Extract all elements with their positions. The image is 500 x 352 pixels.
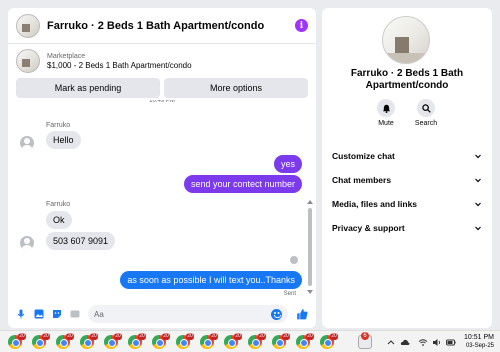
contact-avatar[interactable] [20,236,34,250]
chevron-down-icon [475,178,481,183]
notification-badge: 20 [282,333,290,340]
message-list: 10:49 PM Farruko Hello yes send your con… [8,100,316,298]
sent-status: Sent [283,291,296,297]
scroll-down-arrow-icon[interactable] [307,290,313,294]
chrome-taskbar-icon[interactable]: 20 [200,333,218,349]
notification-badge: 20 [330,333,338,340]
notification-badge: 20 [162,333,170,340]
menu-customize-chat[interactable]: Customize chat [332,144,482,168]
listing-thumbnail[interactable] [16,49,40,73]
chrome-taskbar-icon[interactable]: 20 [56,333,74,349]
menu-chat-members[interactable]: Chat members [332,168,482,192]
composer: Aa [8,300,316,328]
chrome-taskbar-icon[interactable]: 20 [176,333,194,349]
thumbs-up-icon[interactable] [296,308,308,320]
notification-badge: 20 [66,333,74,340]
chevron-down-icon [475,202,481,207]
more-options-button[interactable]: More options [164,78,308,98]
message-bubble-in[interactable]: 503 607 9091 [46,232,116,250]
timestamp: 10:49 PM [149,100,175,104]
search-action[interactable]: Search [408,99,444,127]
tray-badge: 6 [361,332,369,340]
mark-pending-button[interactable]: Mark as pending [16,78,160,98]
notification-badge: 20 [210,333,218,340]
chrome-taskbar-icon[interactable]: 20 [128,333,146,349]
gif-icon[interactable] [70,309,80,319]
chat-panel: Farruko · 2 Beds 1 Bath Apartment/condo … [8,8,316,328]
notification-badge: 20 [306,333,314,340]
taskbar: 20 20 20 20 20 20 20 20 20 20 20 20 20 2… [0,330,500,352]
chrome-taskbar-icon[interactable]: 20 [104,333,122,349]
search-label: Search [414,120,438,127]
scroll-up-arrow-icon[interactable] [307,200,313,204]
sender-name: Farruko [46,122,71,129]
seen-avatar-icon [290,256,298,264]
notification-badge: 20 [42,333,50,340]
chrome-taskbar-icon[interactable]: 20 [80,333,98,349]
scrollbar[interactable] [308,208,312,286]
chat-header: Farruko · 2 Beds 1 Bath Apartment/condo … [8,8,316,44]
photo-icon[interactable] [34,309,44,319]
side-title: Farruko · 2 Beds 1 Bath Apartment/condo [350,68,464,91]
message-input-placeholder: Aa [94,309,104,319]
chrome-taskbar-icon[interactable]: 20 [8,333,26,349]
menu-item-label: Customize chat [332,151,395,161]
system-clock[interactable]: 10:51 PM 03-Sep-25 [464,334,494,350]
notification-badge: 20 [18,333,26,340]
notification-badge: 20 [138,333,146,340]
chrome-taskbar-icon[interactable]: 20 [248,333,266,349]
emoji-icon[interactable] [271,308,282,320]
menu-media-files-links[interactable]: Media, files and links [332,192,482,216]
clock-time: 10:51 PM [464,334,494,341]
chrome-taskbar-icon[interactable]: 20 [272,333,290,349]
chrome-taskbar-icon[interactable]: 20 [320,333,338,349]
info-menu: Customize chat Chat members Media, files… [332,144,482,240]
listing-card: Marketplace $1,000 - 2 Beds 1 Bath Apart… [8,44,316,98]
wifi-icon[interactable] [418,338,428,347]
chrome-taskbar-icon[interactable]: 20 [32,333,50,349]
notification-badge: 20 [258,333,266,340]
mute-label: Mute [378,120,394,127]
message-bubble-out[interactable]: send your contect number [183,175,302,193]
contact-avatar[interactable] [20,136,34,150]
chrome-taskbar-icon[interactable]: 20 [224,333,242,349]
message-bubble-out[interactable]: yes [273,155,302,173]
battery-icon[interactable] [446,338,456,347]
search-icon[interactable] [417,99,435,117]
listing-price[interactable]: $1,000 - 2 Beds 1 Bath Apartment/condo [47,61,192,70]
listing-photo[interactable] [382,16,430,64]
sticker-icon[interactable] [52,309,62,319]
menu-item-label: Media, files and links [332,199,418,209]
chrome-taskbar-icon[interactable]: 20 [152,333,170,349]
listing-avatar[interactable] [16,13,40,38]
notification-badge: 20 [90,333,98,340]
clock-date: 03-Sep-25 [465,343,494,349]
cloud-icon[interactable] [400,338,410,347]
mute-action[interactable]: Mute [368,99,404,127]
bell-icon[interactable] [377,99,395,117]
microphone-icon[interactable] [16,309,26,319]
chevron-down-icon [475,226,481,231]
speaker-icon[interactable] [432,338,442,347]
notification-badge: 20 [186,333,194,340]
chrome-taskbar-icon[interactable]: 20 [296,333,314,349]
notification-badge: 20 [234,333,242,340]
menu-item-label: Chat members [332,175,392,185]
menu-item-label: Privacy & support [332,223,405,233]
listing-label: Marketplace [47,52,86,60]
menu-privacy-support[interactable]: Privacy & support [332,216,482,240]
info-icon[interactable]: i [295,19,308,32]
message-bubble-in[interactable]: Hello [46,131,81,149]
sender-name: Farruko [46,201,71,208]
chevron-up-icon[interactable] [386,338,396,347]
chevron-down-icon [475,154,481,159]
message-bubble-out[interactable]: as soon as possible I will text you..Tha… [120,271,302,289]
notification-badge: 20 [114,333,122,340]
message-input[interactable]: Aa [88,305,288,323]
message-bubble-in[interactable]: Ok [46,211,72,229]
conversation-info-panel: Farruko · 2 Beds 1 Bath Apartment/condo … [322,8,492,328]
chat-title[interactable]: Farruko · 2 Beds 1 Bath Apartment/condo [47,20,264,32]
